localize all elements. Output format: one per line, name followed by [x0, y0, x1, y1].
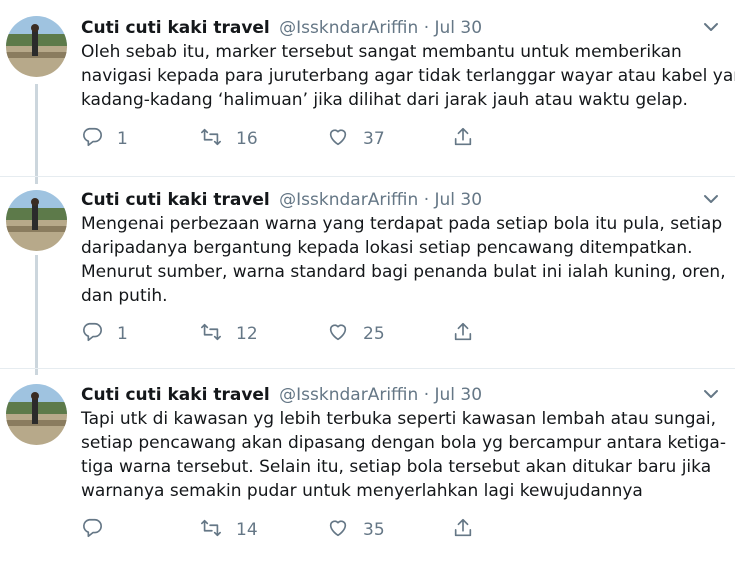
like-count: 35	[363, 520, 385, 540]
tweet[interactable]: Cuti cuti kaki travel @IsskndarAriffin ·…	[0, 0, 735, 176]
share-icon	[452, 321, 474, 348]
tweet-text-line: Tapi utk di kawasan yg lebih terbuka sep…	[81, 409, 717, 429]
like-button[interactable]: 37	[327, 126, 385, 152]
like-button[interactable]: 35	[327, 517, 385, 543]
separator: ·	[423, 18, 430, 38]
user-handle[interactable]: @IsskndarAriffin	[279, 18, 418, 38]
reply-button[interactable]: 1	[81, 126, 128, 152]
chevron-down-icon[interactable]	[703, 18, 719, 34]
tweet-text-line: setiap pencawang akan dipasang dengan bo…	[81, 433, 726, 453]
tweet-header: Cuti cuti kaki travel @IsskndarAriffin ·…	[81, 383, 725, 407]
tweet-text-line: warnanya semakin pudar untuk menyerlahka…	[81, 481, 643, 501]
share-icon	[452, 517, 474, 544]
like-icon	[327, 321, 349, 348]
chevron-down-icon[interactable]	[703, 190, 719, 206]
reply-icon	[81, 126, 103, 153]
tweet-date[interactable]: Jul 30	[435, 18, 483, 38]
display-name[interactable]: Cuti cuti kaki travel	[81, 385, 270, 405]
tweet-actions: 14 35	[81, 517, 501, 543]
reply-button[interactable]: 1	[81, 321, 128, 347]
tweet-header: Cuti cuti kaki travel @IsskndarAriffin ·…	[81, 16, 725, 40]
separator: ·	[423, 385, 430, 405]
tweet-date[interactable]: Jul 30	[435, 385, 483, 405]
like-count: 25	[363, 324, 385, 344]
share-icon	[452, 126, 474, 153]
avatar[interactable]	[6, 190, 67, 251]
tweet-text-line: kadang-kadang ‘halimuan’ jika dilihat da…	[81, 90, 688, 110]
retweet-icon	[200, 126, 222, 153]
tweet-actions: 1 12 25	[81, 321, 501, 347]
reply-icon	[81, 321, 103, 348]
tweet-text-line: navigasi kepada para juruterbang agar ti…	[81, 66, 735, 86]
display-name[interactable]: Cuti cuti kaki travel	[81, 18, 270, 38]
user-handle[interactable]: @IsskndarAriffin	[279, 385, 418, 405]
tweet-text: Tapi utk di kawasan yg lebih terbuka sep…	[81, 407, 726, 503]
display-name[interactable]: Cuti cuti kaki travel	[81, 190, 270, 210]
tweet-actions: 1 16 37	[81, 126, 501, 152]
share-button[interactable]	[452, 126, 474, 152]
retweet-count: 12	[236, 324, 258, 344]
tweet-text-line: Oleh sebab itu, marker tersebut sangat m…	[81, 42, 682, 62]
tweet-date[interactable]: Jul 30	[435, 190, 483, 210]
retweet-button[interactable]: 14	[200, 517, 258, 543]
tweet-text: Mengenai perbezaan warna yang terdapat p…	[81, 212, 726, 308]
avatar[interactable]	[6, 384, 67, 445]
share-button[interactable]	[452, 321, 474, 347]
tweet-thread: Cuti cuti kaki travel @IsskndarAriffin ·…	[0, 0, 735, 562]
reply-button[interactable]	[81, 517, 117, 543]
tweet[interactable]: Cuti cuti kaki travel @IsskndarAriffin ·…	[0, 176, 735, 369]
avatar[interactable]	[6, 16, 67, 77]
tweet-text-line: Mengenai perbezaan warna yang terdapat p…	[81, 214, 723, 234]
chevron-down-icon[interactable]	[703, 385, 719, 401]
tweet-text-line: dan putih.	[81, 286, 168, 306]
reply-count: 1	[117, 324, 128, 344]
tweet-text-line: tiga warna tersebut. Selain itu, setiap …	[81, 457, 712, 477]
like-icon	[327, 517, 349, 544]
tweet-header: Cuti cuti kaki travel @IsskndarAriffin ·…	[81, 188, 725, 212]
like-button[interactable]: 25	[327, 321, 385, 347]
separator: ·	[423, 190, 430, 210]
tweet-text-line: Menurut sumber, warna standard bagi pena…	[81, 262, 726, 282]
retweet-count: 16	[236, 129, 258, 149]
reply-icon	[81, 517, 103, 544]
like-icon	[327, 126, 349, 153]
reply-count: 1	[117, 129, 128, 149]
retweet-button[interactable]: 16	[200, 126, 258, 152]
tweet[interactable]: Cuti cuti kaki travel @IsskndarAriffin ·…	[0, 368, 735, 562]
like-count: 37	[363, 129, 385, 149]
tweet-text-line: daripadanya bergantung kepada lokasi set…	[81, 238, 693, 258]
share-button[interactable]	[452, 517, 474, 543]
tweet-text: Oleh sebab itu, marker tersebut sangat m…	[81, 40, 735, 112]
retweet-icon	[200, 517, 222, 544]
retweet-button[interactable]: 12	[200, 321, 258, 347]
retweet-count: 14	[236, 520, 258, 540]
user-handle[interactable]: @IsskndarAriffin	[279, 190, 418, 210]
retweet-icon	[200, 321, 222, 348]
